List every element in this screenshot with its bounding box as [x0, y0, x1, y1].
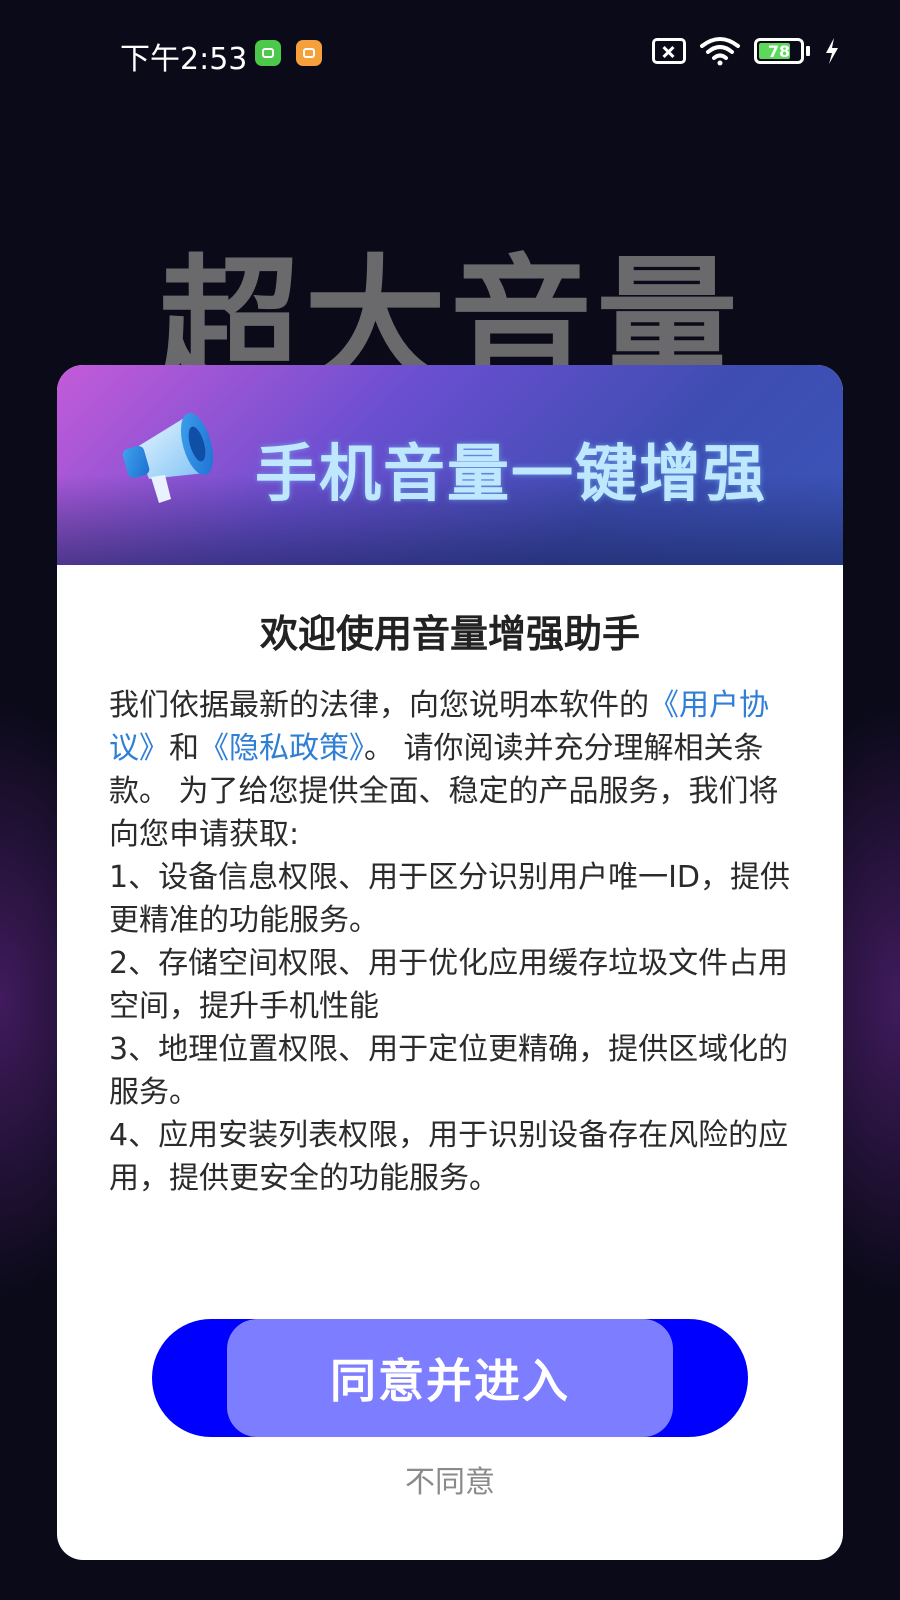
dialog-title: 欢迎使用音量增强助手: [259, 612, 640, 656]
battery-cap: [806, 46, 810, 56]
permission-item-2: 2、存储空间权限、用于优化应用缓存垃圾文件占用空间，提升手机性能: [109, 946, 789, 1024]
dialog-banner: 手机音量一键增强: [57, 365, 843, 565]
permission-item-3: 3、地理位置权限、用于定位更精确，提供区域化的服务。: [109, 1032, 789, 1110]
privacy-dialog: 手机音量一键增强 欢迎使用音量增强助手 我们依据最新的法律，向您说明本软件的《用…: [57, 365, 843, 1560]
calendar-icon: [296, 40, 322, 66]
banner-title: 手机音量一键增强: [255, 437, 768, 510]
charging-bolt-icon: [826, 38, 838, 64]
disagree-button[interactable]: 不同意: [57, 1457, 843, 1501]
agree-button-label: 同意并进入: [330, 1354, 570, 1408]
status-time: 下午2:53: [120, 42, 248, 77]
permission-item-4: 4、应用安装列表权限，用于识别设备存在风险的应用，提供更安全的功能服务。: [109, 1118, 789, 1196]
status-bar: 下午2:53 78: [0, 0, 900, 110]
permission-item-1: 1、设备信息权限、用于区分识别用户唯一ID，提供更精准的功能服务。: [109, 860, 791, 938]
intro-prefix: 我们依据最新的法律，向您说明本软件的: [109, 688, 649, 723]
app-notification-icon: [255, 40, 281, 66]
background-headline: 超大音量: [158, 242, 742, 365]
no-sim-icon: [652, 38, 686, 64]
megaphone-icon: [122, 412, 214, 503]
battery-icon: 78: [754, 38, 804, 64]
agree-and-enter-button[interactable]: 同意并进入: [152, 1319, 748, 1437]
intro-and: 和: [169, 731, 199, 766]
dialog-body: 我们依据最新的法律，向您说明本软件的《用户协议》和《隐私政策》。 请你阅读并充分…: [57, 684, 843, 1200]
intro-paragraph: 我们依据最新的法律，向您说明本软件的《用户协议》和《隐私政策》。 请你阅读并充分…: [109, 684, 791, 856]
wifi-icon: [700, 37, 740, 66]
battery-level: 78: [767, 41, 791, 61]
privacy-policy-link[interactable]: 《隐私政策》: [199, 731, 364, 766]
